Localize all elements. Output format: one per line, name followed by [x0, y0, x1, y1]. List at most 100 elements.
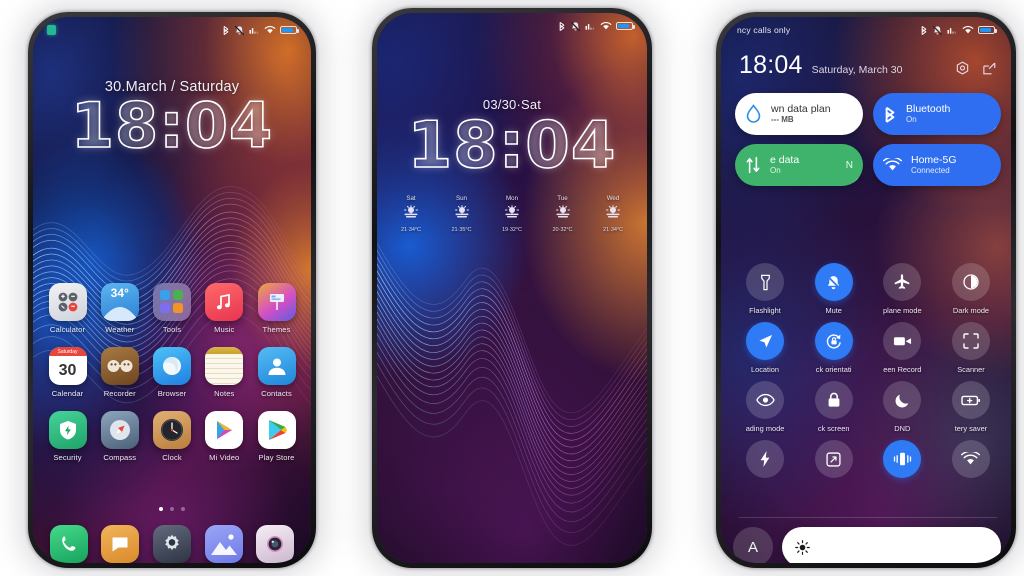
app-label: Themes: [262, 325, 291, 334]
app-label: Security: [53, 453, 82, 462]
app-tools-folder[interactable]: Tools: [148, 283, 197, 334]
vibrate-mute-icon: [570, 21, 581, 31]
forecast-day-name: Wed: [606, 195, 620, 202]
app-recorder[interactable]: Recorder: [95, 347, 144, 398]
app-themes[interactable]: Themes: [252, 283, 301, 334]
toggle-label: een Record: [883, 365, 922, 374]
phone-2-bezel: 03/30·Sat 18:04 Sat 21·34°C Sun 21·35°C …: [377, 13, 647, 563]
toggle-scanner[interactable]: Scanner: [941, 322, 1001, 374]
weather-temp: 34°: [110, 286, 129, 300]
app-play-store[interactable]: Play Store: [252, 411, 301, 462]
toggle-label: plane mode: [883, 306, 922, 315]
page-dot-1[interactable]: [159, 507, 163, 511]
app-calendar[interactable]: Saturday 30 Calendar: [43, 347, 92, 398]
compass-icon: [100, 411, 139, 449]
control-center-header: 18:04 Saturday, March 30: [739, 53, 997, 78]
toggle-location[interactable]: Location: [735, 322, 795, 374]
carrier-label: ncy calls only: [737, 25, 791, 35]
phone-1-home-screen: 30.March / Saturday 18:04 Calculator 34°…: [28, 12, 316, 568]
status-bar-3: ncy calls only: [721, 17, 1011, 43]
app-security[interactable]: Security: [43, 411, 92, 462]
tile-mobile-data[interactable]: e data On N: [735, 144, 863, 186]
forecast-day-name: Tue: [557, 195, 568, 202]
app-contacts[interactable]: Contacts: [252, 347, 301, 398]
toggle-lock-screen[interactable]: ck screen: [804, 381, 864, 433]
messages-icon[interactable]: [101, 525, 140, 563]
app-label: Contacts: [261, 389, 292, 398]
app-label: Compass: [103, 453, 137, 462]
phone-2-screen[interactable]: 03/30·Sat 18:04 Sat 21·34°C Sun 21·35°C …: [377, 13, 647, 563]
toggle-label: ck orientati: [815, 365, 852, 374]
phone-3-bezel: ncy calls only 18:04 Saturday, March 30 …: [721, 17, 1011, 563]
auto-brightness-label: A: [747, 538, 758, 556]
app-browser[interactable]: Browser: [148, 347, 197, 398]
status-bar: [33, 17, 311, 43]
settings-gear-icon[interactable]: [152, 525, 191, 563]
toggle-label: Dark mode: [952, 306, 990, 315]
toggle-row-4: [735, 440, 1001, 483]
app-weather[interactable]: 34° Weather: [95, 283, 144, 334]
app-grid: Calculator 34° Weather Tools Music Theme…: [43, 283, 301, 475]
weather-forecast: Sat 21·34°C Sun 21·35°C Mon 19·32°C Tue …: [391, 195, 633, 233]
tile-sub: On: [770, 165, 781, 175]
cc-date: Saturday, March 30: [811, 64, 903, 76]
toggle-screen-record[interactable]: een Record: [872, 322, 932, 374]
signal-bars-icon: [249, 28, 259, 34]
brightness-row: A: [733, 527, 1001, 563]
tile-title: Home-5G: [911, 153, 957, 166]
tile-title: Bluetooth: [906, 102, 951, 115]
app-label: Clock: [162, 453, 182, 462]
gallery-icon[interactable]: [204, 525, 243, 563]
browser-icon: [153, 347, 191, 385]
toggle-label: Flashlight: [749, 306, 781, 315]
phone-3-screen[interactable]: ncy calls only 18:04 Saturday, March 30 …: [721, 17, 1011, 563]
wifi-icon: [962, 26, 974, 34]
phone-icon[interactable]: [49, 525, 88, 563]
tile-title: wn data plan: [771, 102, 831, 115]
toggle-vibrate[interactable]: [872, 440, 932, 483]
page-dot-2[interactable]: [170, 507, 174, 511]
toggle-label: Scanner: [957, 365, 985, 374]
toggle-battery-saver[interactable]: tery saver: [941, 381, 1001, 433]
settings-hex-icon[interactable]: [955, 61, 970, 76]
auto-brightness-button[interactable]: A: [733, 527, 773, 563]
phone-1-screen[interactable]: 30.March / Saturday 18:04 Calculator 34°…: [33, 17, 311, 563]
tile-data-plan[interactable]: wn data plan --- MB: [735, 93, 863, 135]
edit-pencil-icon[interactable]: [982, 61, 997, 76]
app-clock[interactable]: Clock: [148, 411, 197, 462]
airplane-icon: [883, 263, 922, 301]
toggle-label: Mute: [825, 306, 842, 315]
tile-wifi[interactable]: Home-5G Connected: [873, 144, 1001, 186]
camera-icon[interactable]: [256, 525, 295, 563]
signal-bars-icon: [947, 28, 957, 34]
forecast-day: Sun 21·35°C: [442, 195, 482, 233]
app-calculator[interactable]: Calculator: [43, 283, 92, 334]
toggle-lock-orientation[interactable]: ck orientati: [804, 322, 864, 374]
toggle-cast[interactable]: [804, 440, 864, 483]
dock: [43, 525, 301, 563]
app-notes[interactable]: Notes: [200, 347, 249, 398]
battery-icon: [280, 25, 299, 35]
battery-plus-icon: [951, 381, 990, 419]
brightness-slider[interactable]: [782, 527, 1001, 563]
toggle-dark-mode[interactable]: Dark mode: [941, 263, 1001, 315]
play-store-icon: [257, 411, 296, 449]
page-dot-3[interactable]: [181, 507, 185, 511]
toggle-dnd[interactable]: DND: [872, 381, 932, 433]
data-drop-icon: [746, 104, 761, 123]
toggle-power-boost[interactable]: [735, 440, 795, 483]
toggle-airplane-mode[interactable]: plane mode: [872, 263, 932, 315]
app-music[interactable]: Music: [200, 283, 249, 334]
toggle-mute[interactable]: Mute: [804, 263, 864, 315]
toggle-hotspot[interactable]: [941, 440, 1001, 483]
forecast-day-name: Sat: [406, 195, 416, 202]
app-label: Tools: [162, 325, 182, 334]
toggle-flashlight[interactable]: Flashlight: [735, 263, 795, 315]
toggle-label: DND: [894, 424, 911, 433]
vibrate-icon: [883, 440, 922, 478]
app-compass[interactable]: Compass: [95, 411, 144, 462]
app-mi-video[interactable]: Mi Video: [200, 411, 249, 462]
tile-bluetooth[interactable]: Bluetooth On: [873, 93, 1001, 135]
forecast-temp: 19·32°C: [502, 227, 522, 233]
toggle-reading-mode[interactable]: ading mode: [735, 381, 795, 433]
